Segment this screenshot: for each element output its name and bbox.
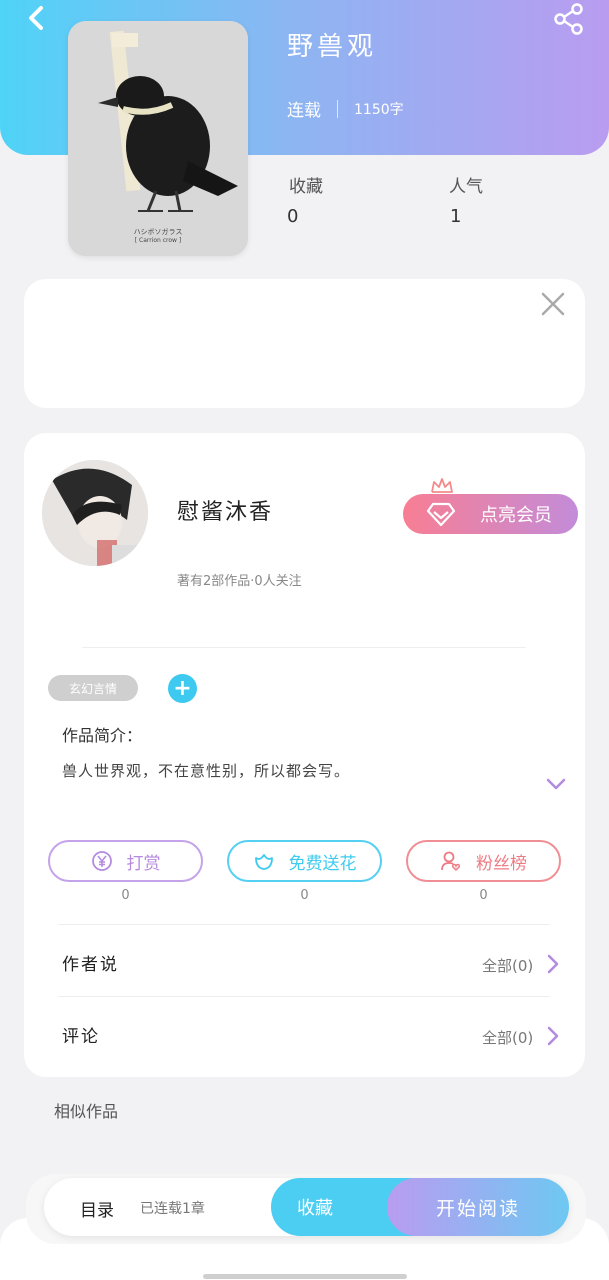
favorite-label: 收藏	[297, 1198, 333, 1219]
divider	[58, 924, 550, 925]
close-icon	[541, 292, 565, 316]
fan-ranking-label: 粉丝榜	[476, 853, 527, 874]
send-flower-label: 免费送花	[288, 853, 357, 874]
chevron-left-icon	[29, 6, 43, 30]
tip-button[interactable]: 打赏	[48, 840, 203, 882]
book-cover[interactable]: ハシボソガラス [ Carrion crow ]	[68, 21, 248, 256]
stat-label-favorites: 收藏	[289, 177, 323, 197]
status-divider	[337, 99, 338, 118]
chevron-down-icon	[546, 778, 566, 790]
author-name[interactable]: 慰酱沐香	[177, 494, 273, 526]
cover-caption-jp: ハシボソガラス	[133, 228, 183, 236]
similar-works-title: 相似作品	[54, 1102, 119, 1121]
intro-text: 兽人世界观，不在意性别，所以都会写。	[62, 762, 351, 780]
vip-button-label: 点亮会员	[480, 505, 552, 526]
fan-ranking-button[interactable]: 粉丝榜	[406, 840, 561, 882]
expand-intro-button[interactable]	[544, 774, 568, 794]
divider	[82, 647, 526, 648]
send-flower-button[interactable]: 免费送花	[227, 840, 382, 882]
tip-button-label: 打赏	[126, 853, 161, 874]
crow-illustration	[68, 21, 248, 256]
author-notes-title[interactable]: 作者说	[62, 950, 119, 975]
share-icon	[554, 3, 583, 35]
chevron-right-icon[interactable]	[546, 953, 560, 975]
flower-icon	[254, 854, 273, 870]
comments-all[interactable]: 全部(0)	[482, 1027, 533, 1048]
crown-icon	[430, 476, 454, 496]
author-notes-all[interactable]: 全部(0)	[482, 955, 533, 976]
genre-tag[interactable]: 玄幻言情	[48, 675, 138, 701]
start-reading-button[interactable]: 开始阅读	[387, 1178, 569, 1236]
word-count: 1150字	[354, 101, 404, 118]
comments-title[interactable]: 评论	[62, 1022, 100, 1047]
intro-title: 作品简介：	[62, 726, 143, 745]
stat-value-popularity: 1	[450, 206, 462, 227]
diamond-icon	[426, 500, 456, 528]
stat-value-favorites: 0	[287, 206, 299, 227]
add-tag-button[interactable]: +	[168, 674, 197, 703]
stat-label-popularity: 人气	[449, 177, 483, 197]
fan-count: 0	[479, 888, 488, 903]
chevron-right-icon[interactable]	[546, 1025, 560, 1047]
ad-close-button[interactable]	[540, 291, 566, 317]
cover-caption-en: [ Carrion crow ]	[134, 237, 182, 244]
author-avatar[interactable]	[42, 460, 148, 566]
user-heart-icon	[441, 851, 461, 872]
status-label: 连载	[287, 101, 321, 121]
book-status: 连载 1150字	[287, 96, 404, 121]
author-meta: 著有2部作品·0人关注	[177, 574, 302, 589]
toc-button[interactable]: 目录	[80, 1196, 114, 1221]
tip-count: 0	[121, 888, 130, 903]
divider	[58, 996, 550, 997]
start-reading-label: 开始阅读	[435, 1197, 520, 1220]
yen-coin-icon	[91, 851, 112, 871]
avatar-image	[42, 460, 148, 566]
chapter-count: 已连载1章	[140, 1201, 205, 1217]
flower-count: 0	[300, 888, 309, 903]
back-button[interactable]	[22, 4, 52, 34]
home-indicator	[203, 1274, 407, 1279]
share-button[interactable]	[552, 2, 586, 36]
ad-card	[24, 279, 585, 408]
book-title: 野兽观	[287, 32, 378, 62]
